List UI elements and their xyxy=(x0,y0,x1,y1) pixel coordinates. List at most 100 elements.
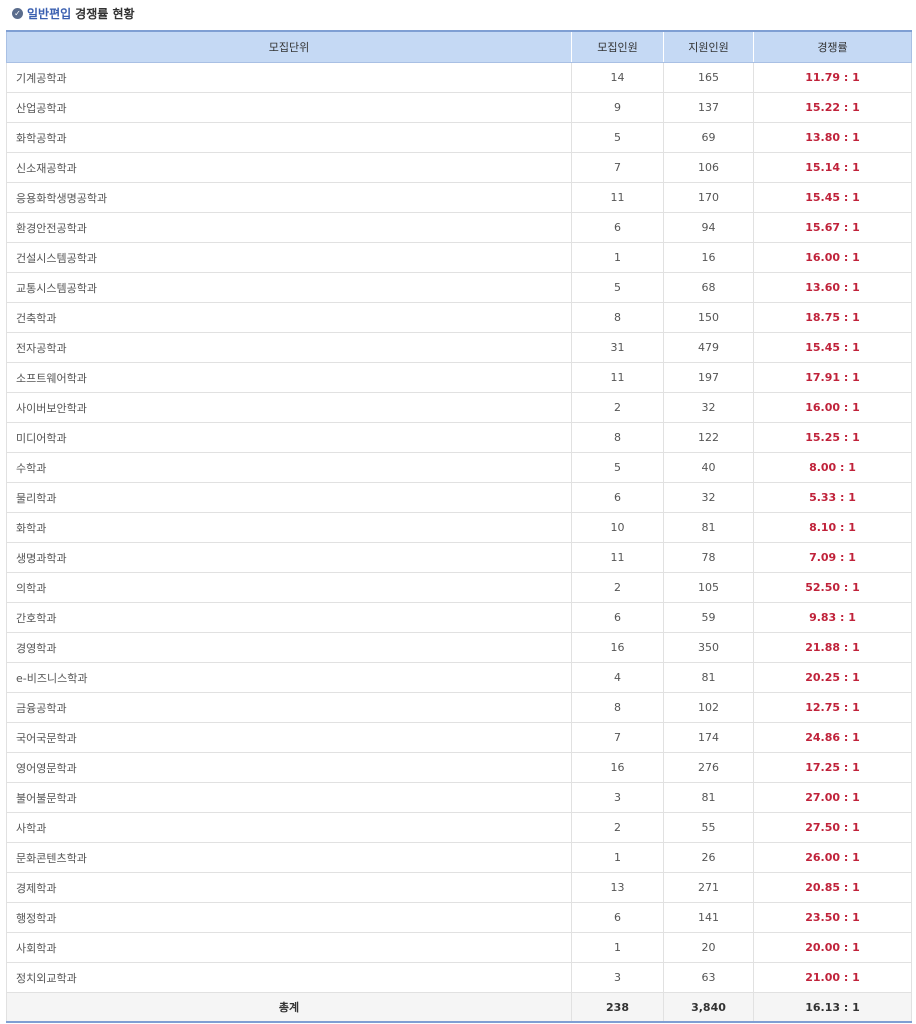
quota-cell: 16 xyxy=(571,752,664,783)
table-row: 경제학과 13 271 20.85 : 1 xyxy=(6,872,912,903)
total-quota: 238 xyxy=(571,992,664,1023)
table-row: 소프트웨어학과 11 197 17.91 : 1 xyxy=(6,362,912,393)
table-row: 불어불문학과 3 81 27.00 : 1 xyxy=(6,782,912,813)
table-row: e-비즈니스학과 4 81 20.25 : 1 xyxy=(6,662,912,693)
ratio-cell: 8.10 : 1 xyxy=(753,512,912,543)
unit-cell: e-비즈니스학과 xyxy=(6,662,572,693)
table-row: 화학공학과 5 69 13.80 : 1 xyxy=(6,122,912,153)
table-row: 산업공학과 9 137 15.22 : 1 xyxy=(6,92,912,123)
quota-cell: 3 xyxy=(571,782,664,813)
unit-cell: 수학과 xyxy=(6,452,572,483)
ratio-cell: 11.79 : 1 xyxy=(753,62,912,93)
ratio-cell: 15.25 : 1 xyxy=(753,422,912,453)
table-row: 교통시스템공학과 5 68 13.60 : 1 xyxy=(6,272,912,303)
unit-cell: 사이버보안학과 xyxy=(6,392,572,423)
applicants-cell: 26 xyxy=(663,842,754,873)
ratio-cell: 21.00 : 1 xyxy=(753,962,912,993)
ratio-cell: 5.33 : 1 xyxy=(753,482,912,513)
applicants-cell: 170 xyxy=(663,182,754,213)
ratio-cell: 9.83 : 1 xyxy=(753,602,912,633)
applicants-cell: 16 xyxy=(663,242,754,273)
section-title: 경쟁률 현황 xyxy=(75,6,135,21)
ratio-cell: 26.00 : 1 xyxy=(753,842,912,873)
applicants-cell: 32 xyxy=(663,482,754,513)
quota-cell: 8 xyxy=(571,422,664,453)
unit-cell: 화학공학과 xyxy=(6,122,572,153)
unit-cell: 불어불문학과 xyxy=(6,782,572,813)
quota-cell: 1 xyxy=(571,242,664,273)
unit-cell: 전자공학과 xyxy=(6,332,572,363)
quota-cell: 3 xyxy=(571,962,664,993)
quota-cell: 7 xyxy=(571,722,664,753)
unit-cell: 행정학과 xyxy=(6,902,572,933)
quota-cell: 6 xyxy=(571,902,664,933)
table-row: 문화콘텐츠학과 1 26 26.00 : 1 xyxy=(6,842,912,873)
quota-cell: 10 xyxy=(571,512,664,543)
quota-cell: 2 xyxy=(571,392,664,423)
unit-cell: 경제학과 xyxy=(6,872,572,903)
ratio-cell: 52.50 : 1 xyxy=(753,572,912,603)
table-row: 건설시스템공학과 1 16 16.00 : 1 xyxy=(6,242,912,273)
ratio-cell: 7.09 : 1 xyxy=(753,542,912,573)
unit-cell: 물리학과 xyxy=(6,482,572,513)
applicants-cell: 137 xyxy=(663,92,754,123)
ratio-cell: 17.25 : 1 xyxy=(753,752,912,783)
check-circle-icon: ✓ xyxy=(12,7,23,19)
quota-cell: 7 xyxy=(571,152,664,183)
applicants-cell: 479 xyxy=(663,332,754,363)
table-row: 수학과 5 40 8.00 : 1 xyxy=(6,452,912,483)
applicants-cell: 122 xyxy=(663,422,754,453)
ratio-cell: 15.45 : 1 xyxy=(753,332,912,363)
column-header-unit: 모집단위 xyxy=(6,31,572,63)
table-row: 미디어학과 8 122 15.25 : 1 xyxy=(6,422,912,453)
unit-cell: 환경안전공학과 xyxy=(6,212,572,243)
quota-cell: 16 xyxy=(571,632,664,663)
quota-cell: 31 xyxy=(571,332,664,363)
section-header: ✓ 일반편입 경쟁률 현황 xyxy=(12,5,135,21)
ratio-cell: 27.50 : 1 xyxy=(753,812,912,843)
unit-cell: 영어영문학과 xyxy=(6,752,572,783)
table-row: 전자공학과 31 479 15.45 : 1 xyxy=(6,332,912,363)
applicants-cell: 63 xyxy=(663,962,754,993)
table-row: 국어국문학과 7 174 24.86 : 1 xyxy=(6,722,912,753)
applicants-cell: 55 xyxy=(663,812,754,843)
applicants-cell: 276 xyxy=(663,752,754,783)
ratio-cell: 20.85 : 1 xyxy=(753,872,912,903)
quota-cell: 5 xyxy=(571,452,664,483)
applicants-cell: 59 xyxy=(663,602,754,633)
quota-cell: 14 xyxy=(571,62,664,93)
applicants-cell: 69 xyxy=(663,122,754,153)
applicants-cell: 102 xyxy=(663,692,754,723)
table-row: 간호학과 6 59 9.83 : 1 xyxy=(6,602,912,633)
applicants-cell: 20 xyxy=(663,932,754,963)
unit-cell: 의학과 xyxy=(6,572,572,603)
quota-cell: 9 xyxy=(571,92,664,123)
column-header-ratio: 경쟁률 xyxy=(753,31,912,63)
table-header-row: 모집단위 모집인원 지원인원 경쟁률 xyxy=(6,31,912,63)
unit-cell: 경영학과 xyxy=(6,632,572,663)
quota-cell: 6 xyxy=(571,212,664,243)
ratio-cell: 15.22 : 1 xyxy=(753,92,912,123)
unit-cell: 생명과학과 xyxy=(6,542,572,573)
unit-cell: 금융공학과 xyxy=(6,692,572,723)
quota-cell: 11 xyxy=(571,362,664,393)
applicants-cell: 150 xyxy=(663,302,754,333)
total-ratio: 16.13 : 1 xyxy=(753,992,912,1023)
table-row: 금융공학과 8 102 12.75 : 1 xyxy=(6,692,912,723)
unit-cell: 국어국문학과 xyxy=(6,722,572,753)
unit-cell: 산업공학과 xyxy=(6,92,572,123)
applicants-cell: 81 xyxy=(663,512,754,543)
table-row: 생명과학과 11 78 7.09 : 1 xyxy=(6,542,912,573)
ratio-cell: 17.91 : 1 xyxy=(753,362,912,393)
table-row: 정치외교학과 3 63 21.00 : 1 xyxy=(6,962,912,993)
applicants-cell: 68 xyxy=(663,272,754,303)
ratio-cell: 23.50 : 1 xyxy=(753,902,912,933)
unit-cell: 소프트웨어학과 xyxy=(6,362,572,393)
unit-cell: 간호학과 xyxy=(6,602,572,633)
applicants-cell: 350 xyxy=(663,632,754,663)
table-row: 사이버보안학과 2 32 16.00 : 1 xyxy=(6,392,912,423)
unit-cell: 건축학과 xyxy=(6,302,572,333)
ratio-cell: 8.00 : 1 xyxy=(753,452,912,483)
table-row: 기계공학과 14 165 11.79 : 1 xyxy=(6,62,912,93)
ratio-cell: 13.80 : 1 xyxy=(753,122,912,153)
